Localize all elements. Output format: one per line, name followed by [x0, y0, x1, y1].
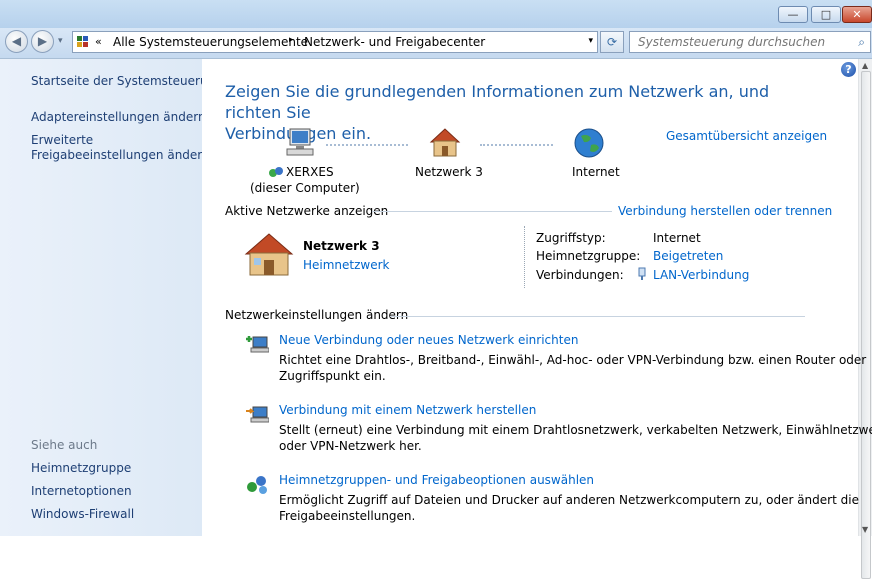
- task-new-connection-desc-line2: Zugriffspunkt ein.: [279, 369, 386, 383]
- title-bar: — □ ✕: [0, 0, 872, 30]
- address-bar[interactable]: « Alle Systemsteuerungselemente ▸ Netzwe…: [72, 31, 598, 53]
- breadcrumb-network-sharing-center[interactable]: Netzwerk- und Freigabecenter: [304, 35, 485, 49]
- task-connect-network-desc-line1: Stellt (erneut) eine Verbindung mit eine…: [279, 423, 872, 437]
- full-map-link[interactable]: Gesamtübersicht anzeigen: [666, 129, 827, 143]
- forward-button[interactable]: ▶: [31, 30, 54, 53]
- address-dropdown-icon[interactable]: ▾: [588, 36, 593, 46]
- refresh-button[interactable]: ⟳: [600, 31, 624, 53]
- network-details-divider: [524, 226, 525, 288]
- access-type-value: Internet: [653, 231, 701, 245]
- divider: [372, 211, 612, 212]
- ethernet-plug-icon: [638, 267, 646, 280]
- change-settings-heading: Netzwerkeinstellungen ändern: [225, 308, 409, 322]
- access-type-label: Zugriffstyp:: [536, 231, 606, 245]
- task-connect-network-link[interactable]: Verbindung mit einem Netzwerk herstellen: [279, 403, 536, 417]
- sidebar-link-homegroup[interactable]: Heimnetzgruppe: [31, 461, 131, 476]
- scrollbar-thumb[interactable]: [861, 71, 871, 579]
- see-also-heading: Siehe auch: [31, 438, 98, 452]
- connect-disconnect-link[interactable]: Verbindung herstellen oder trennen: [618, 204, 832, 218]
- user-network-icon: [269, 167, 283, 177]
- task-new-connection-desc-line1: Richtet eine Drahtlos-, Breitband-, Einw…: [279, 353, 867, 367]
- connections-label: Verbindungen:: [536, 268, 624, 282]
- sidebar-link-advanced-sharing-line2: Freigabeeinstellungen ändern: [31, 148, 210, 162]
- connection-line-computer-network: [326, 144, 408, 146]
- breadcrumb-separator-icon[interactable]: ▸: [289, 35, 294, 45]
- maximize-icon: □: [820, 8, 832, 21]
- page-title-line1: Zeigen Sie die grundlegenden Information…: [225, 82, 770, 122]
- divider: [390, 316, 805, 317]
- sidebar-link-advanced-sharing-line1: Erweiterte: [31, 133, 94, 147]
- internet-globe-icon[interactable]: [573, 127, 605, 159]
- navigation-bar: ◀ ▶ ▾ « Alle Systemsteuerungselemente ▸ …: [0, 28, 872, 59]
- back-arrow-icon: ◀: [11, 34, 22, 48]
- sidebar-link-control-panel-home[interactable]: Startseite der Systemsteuerung: [31, 74, 223, 89]
- network-type-link[interactable]: Heimnetzwerk: [303, 258, 390, 272]
- connection-line-network-internet: [480, 144, 553, 146]
- home-network-icon[interactable]: [428, 127, 462, 159]
- forward-arrow-icon: ▶: [37, 34, 48, 48]
- search-icon[interactable]: ⌕: [858, 35, 865, 50]
- active-networks-heading: Aktive Netzwerke anzeigen: [225, 204, 389, 218]
- network-name: Netzwerk 3: [303, 239, 380, 253]
- sidebar-link-internet-options[interactable]: Internetoptionen: [31, 484, 132, 499]
- connect-to-network-icon: [246, 406, 269, 423]
- search-box[interactable]: ⌕: [629, 31, 871, 53]
- computer-name: XERXES: [286, 165, 334, 179]
- back-button[interactable]: ◀: [5, 30, 28, 53]
- lan-connection-link[interactable]: LAN-Verbindung: [653, 268, 749, 282]
- new-connection-icon: [246, 336, 269, 353]
- breadcrumb-overflow-chevron[interactable]: «: [95, 35, 102, 48]
- breadcrumb-all-control-panel-items[interactable]: Alle Systemsteuerungselemente: [113, 35, 308, 49]
- help-button[interactable]: ?: [841, 62, 856, 77]
- control-panel-icon: [77, 36, 89, 48]
- sidebar-link-adapter-settings[interactable]: Adaptereinstellungen ändern: [31, 110, 206, 125]
- scroll-down-icon[interactable]: ▼: [862, 525, 868, 534]
- sidebar-link-advanced-sharing[interactable]: Erweiterte Freigabeeinstellungen ändern: [31, 133, 210, 163]
- homegroup-sharing-icon: [247, 476, 267, 494]
- task-homegroup-sharing-link[interactable]: Heimnetzgruppen- und Freigabeoptionen au…: [279, 473, 594, 487]
- recent-pages-dropdown[interactable]: ▾: [58, 36, 63, 46]
- close-button[interactable]: ✕: [842, 6, 872, 23]
- minimize-icon: —: [787, 8, 799, 21]
- sidebar-link-windows-firewall[interactable]: Windows-Firewall: [31, 507, 134, 522]
- vertical-scrollbar[interactable]: ▲ ▼: [858, 59, 872, 579]
- map-internet-label: Internet: [572, 165, 620, 179]
- task-connect-network-desc-line2: oder VPN-Netzwerk her.: [279, 439, 422, 453]
- map-network-name: Netzwerk 3: [415, 165, 483, 179]
- homegroup-status-link[interactable]: Beigetreten: [653, 249, 723, 263]
- maximize-button[interactable]: □: [811, 6, 841, 23]
- homegroup-label: Heimnetzgruppe:: [536, 249, 641, 263]
- refresh-icon: ⟳: [606, 35, 618, 49]
- scroll-up-icon[interactable]: ▲: [862, 61, 868, 70]
- home-network-large-icon: [244, 233, 294, 276]
- help-icon: ?: [845, 63, 852, 76]
- task-homegroup-sharing-desc-line2: Freigabeeinstellungen.: [279, 509, 416, 523]
- close-icon: ✕: [852, 8, 862, 21]
- search-input[interactable]: [638, 34, 844, 50]
- task-homegroup-sharing-desc-line1: Ermöglicht Zugriff auf Dateien und Druck…: [279, 493, 859, 507]
- minimize-button[interactable]: —: [778, 6, 808, 23]
- computer-subtitle: (dieser Computer): [250, 181, 360, 195]
- computer-icon[interactable]: [284, 127, 318, 161]
- task-new-connection-link[interactable]: Neue Verbindung oder neues Netzwerk einr…: [279, 333, 578, 347]
